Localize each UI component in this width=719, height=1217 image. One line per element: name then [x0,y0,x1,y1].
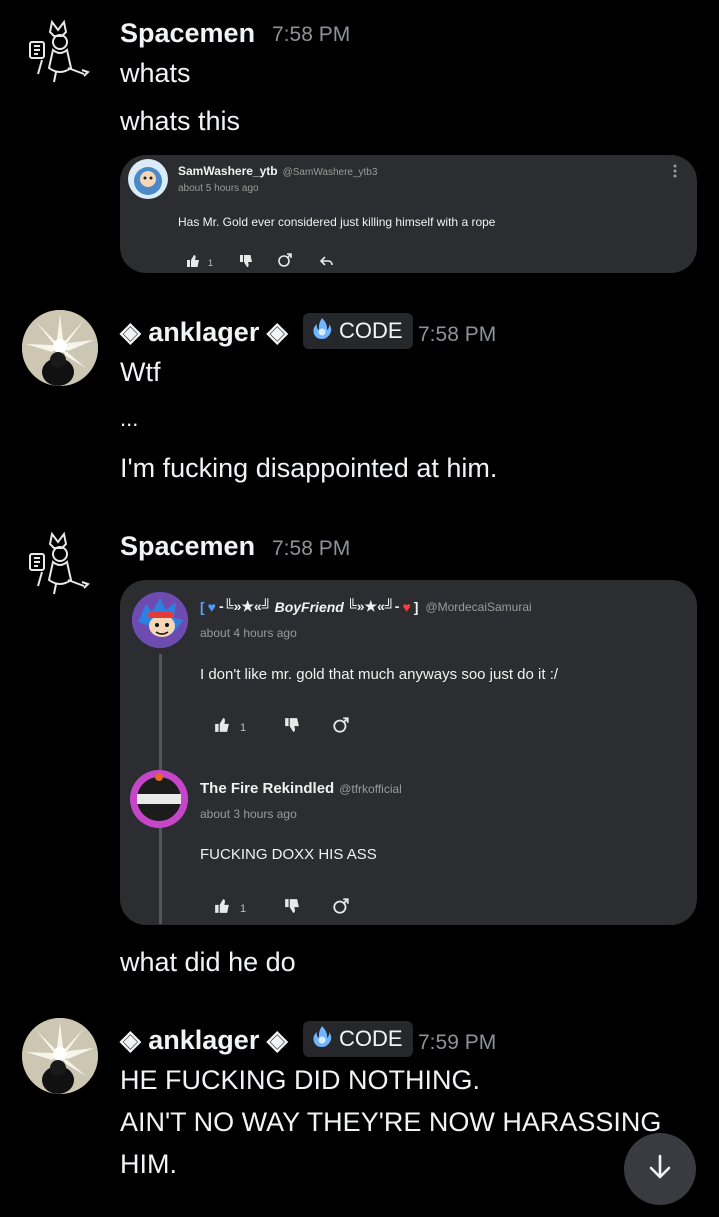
timestamp: 7:58 PM [272,537,351,560]
avatar-spacemen[interactable] [22,528,98,604]
author-name[interactable]: ◈ anklager ◈ [120,1025,288,1056]
role-tag-label: CODE [339,318,403,343]
role-tag-label: CODE [339,1026,403,1051]
commenter-avatar [132,592,188,648]
scroll-to-bottom-button[interactable] [624,1133,696,1205]
timestamp: 7:59 PM [418,1031,497,1054]
commenter-name-prefix: [ [200,598,205,615]
commenter-avatar [128,159,168,199]
like-count: 1 [208,257,214,268]
like-icon[interactable] [214,899,230,918]
comment-age: about 5 hours ago [178,183,259,194]
author-name[interactable]: Spacemen [120,18,255,49]
message-text: AIN'T NO WAY THEY'RE NOW HARASSING [120,1107,662,1137]
avatar-anklager[interactable] [22,310,98,386]
commenter-name: The Fire Rekindled [200,780,335,797]
role-tag[interactable]: CODE [303,313,413,349]
share-icon[interactable] [332,898,350,919]
commenter-name-deco-right: ╚»★«╝- [346,598,400,614]
avatar-anklager[interactable] [22,1018,98,1094]
blue-heart-icon: ♥ [207,598,216,615]
commenter-handle: @tfrkofficial [339,782,402,796]
message-text: whats [120,58,191,88]
message-text: what did he do [120,947,296,977]
reply-icon[interactable] [319,254,333,272]
commenter-name: BoyFriend [274,598,344,615]
red-heart-icon: ♥ [402,598,411,615]
like-count: 1 [240,902,247,915]
timestamp: 7:58 PM [272,23,351,46]
avatar-spacemen[interactable] [22,16,98,92]
message-text: HE FUCKING DID NOTHING. [120,1065,481,1095]
comment-text: Has Mr. Gold ever considered just killin… [178,215,496,229]
commenter-name-deco-left: -╚»★«╝ [218,598,272,614]
scroll-down-icon [645,1152,675,1187]
youtube-comment-embed[interactable]: SamWashere_ytb @SamWashere_ytb3 about 5 … [120,155,697,273]
author-name[interactable]: Spacemen [120,531,255,562]
timestamp: 7:58 PM [418,323,497,346]
commenter-handle: @MordecaiSamurai [425,599,532,614]
commenter-avatar [130,770,188,828]
author-name[interactable]: ◈ anklager ◈ [120,317,288,348]
dislike-icon[interactable] [239,254,253,272]
share-icon[interactable] [277,253,293,272]
role-tag[interactable]: CODE [303,1021,413,1057]
dislike-icon[interactable] [284,899,300,918]
more-icon[interactable] [672,163,678,184]
message-text: HIM. [120,1149,177,1179]
like-icon[interactable] [214,718,230,737]
youtube-comment-thread-embed[interactable]: [ ♥ -╚»★«╝ BoyFriend ╚»★«╝- ♥ ] @Mordeca… [120,580,697,925]
share-icon[interactable] [332,717,350,738]
like-count: 1 [240,721,247,734]
comment-age: about 4 hours ago [200,626,297,640]
message-text: I'm fucking disappointed at him. [120,453,498,483]
commenter-handle: @SamWashere_ytb3 [282,167,378,178]
comment-text: I don't like mr. gold that much anyways … [200,666,559,683]
like-icon[interactable] [186,254,200,272]
comment-age: about 3 hours ago [200,807,297,821]
comment-text: FUCKING DOXX HIS ASS [200,846,377,863]
flame-icon [311,1025,333,1053]
commenter-name: SamWashere_ytb [178,164,278,178]
commenter-name-suffix: ] [413,598,419,615]
dislike-icon[interactable] [284,718,300,737]
flame-icon [311,317,333,345]
message-text: Wtf [120,357,161,387]
message-text: ... [120,406,139,431]
message-text: whats this [120,106,241,136]
